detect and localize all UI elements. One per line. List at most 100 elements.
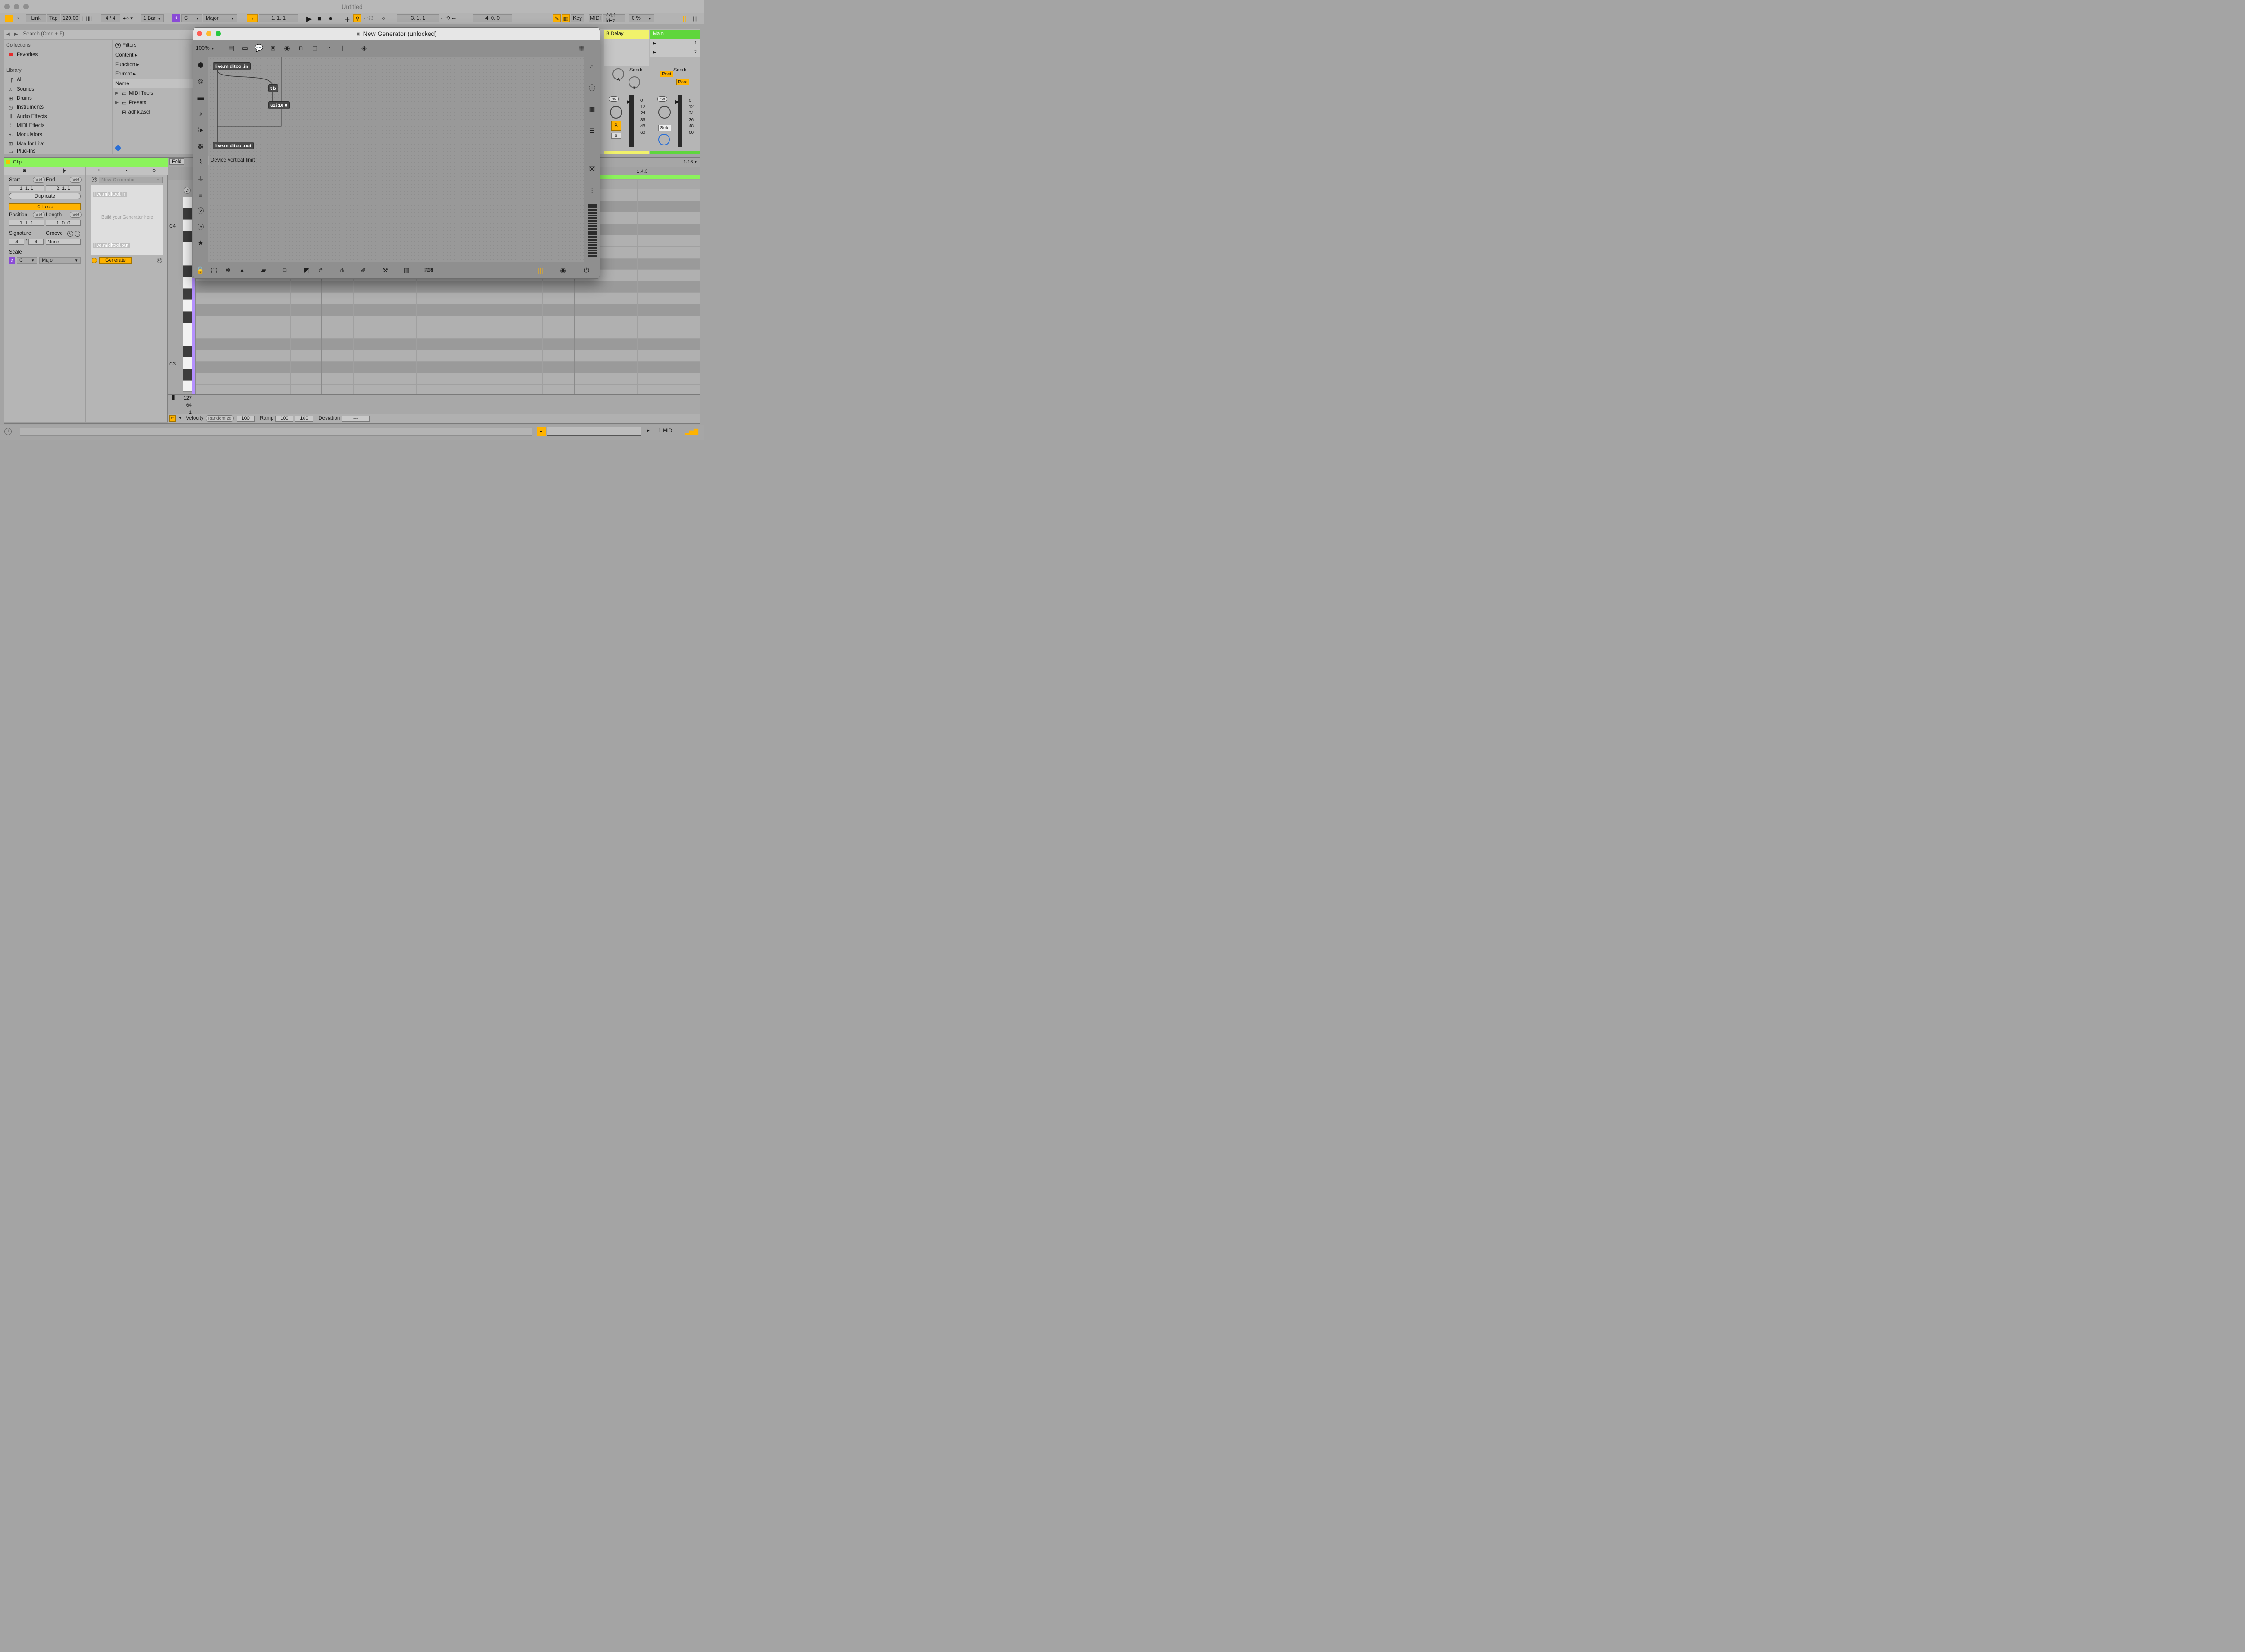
chevron-down-icon[interactable]: ▼ [16,16,20,21]
tab-modulate-icon[interactable]: ⊙ [152,168,156,173]
reference-book-icon[interactable]: ▥ [587,104,597,114]
piano-keyboard[interactable] [183,197,192,394]
image-icon[interactable]: ▩ [196,141,206,151]
velocity-lane[interactable]: ▐▌ 127 64 1 [168,394,700,415]
scale-mode-icon[interactable]: ♯ [172,14,180,22]
draw-mode-icon[interactable]: ✎ [553,14,561,22]
groove-field[interactable]: None [46,239,81,245]
piano-key[interactable] [183,277,192,289]
tab-generate-icon[interactable]: ◐ [126,168,128,173]
browser-search-input[interactable]: Search (Cmd + F) [23,31,64,37]
quantize-dropdown[interactable]: 1 Bar ▼ [141,14,164,22]
piano-key[interactable] [183,369,192,381]
search-icon[interactable]: ⌕ [587,61,597,71]
video-icon[interactable]: ▬ [196,92,206,102]
presentation-mode-icon[interactable]: ▰ [259,265,269,275]
clip-scale-mode-dropdown[interactable]: Major ▼ [39,257,81,264]
sidebar-item-favorites[interactable]: Favorites [4,50,112,59]
window-stack-icon[interactable]: ⧉ [280,265,290,275]
length-set-button[interactable]: Set [70,212,82,218]
miditool-out-object[interactable]: live.miditool.out [213,142,254,149]
piano-key[interactable] [183,357,192,369]
position-field[interactable]: 1. 1. 1 [9,220,44,226]
punch-in-icon[interactable]: ⌐ ⟲ ⌙ [441,15,456,21]
paint-bucket-icon[interactable]: ◈ [359,43,369,53]
forward-icon[interactable]: ▶ [14,32,18,37]
piano-key[interactable] [183,323,192,335]
grid-view-icon[interactable]: ▦ [577,43,586,53]
piano-key[interactable] [183,197,192,208]
piano-key[interactable] [183,242,192,254]
b-delay-track-header[interactable]: B Delay [604,30,649,39]
wrench-icon[interactable]: ⚒ [380,265,390,275]
piano-key[interactable] [183,300,192,312]
clip-color-icon[interactable] [6,160,10,164]
button-icon[interactable]: ◉ [282,43,292,53]
pan-knob[interactable] [658,106,671,119]
sidebar-item-midi-effects[interactable]: ⫶ MIDI Effects [4,121,112,130]
comment-icon[interactable]: 💬 [254,43,264,53]
start-field[interactable]: 1. 1. 1 [9,185,44,191]
post-toggle-1[interactable]: Post [660,71,674,77]
overview-icon[interactable]: ||| [693,15,697,22]
tab-clip-main-icon[interactable]: ◙ [4,168,44,173]
grid-icon[interactable]: # [316,265,326,275]
mixer-toggle-icon[interactable]: ||| [681,15,687,22]
info-icon[interactable]: ⓘ [587,83,597,92]
groove-commit-icon[interactable]: → [75,231,80,237]
packages-icon[interactable]: ⬢ [196,60,206,70]
live-device-icon[interactable]: ||| [536,265,546,275]
audio-icon[interactable]: ◎ [196,76,206,86]
signature-denominator[interactable]: 4 [28,239,44,245]
sidebar-item-sounds[interactable]: ♫ Sounds [4,85,112,94]
debug-icon[interactable]: ✐ [359,265,369,275]
sidebar-item-all[interactable]: |||\ All [4,75,112,84]
ramp-start-field[interactable]: 100 [275,415,294,422]
hide-icon[interactable]: ◩ [302,265,312,275]
generate-device-icon[interactable] [92,258,97,263]
scene-launch-icon[interactable]: ▶ [653,41,656,46]
loop-length-field[interactable]: 4. 0. 0 [473,14,512,22]
generator-device-dropdown[interactable]: New Generator ▼ [99,177,163,183]
filters-toggle[interactable]: ▼ Filters [113,40,194,50]
piano-key[interactable] [183,334,192,346]
add-object-icon[interactable]: ＋ [338,43,348,53]
tap-tempo-button[interactable]: Tap [47,14,60,22]
dial-icon[interactable]: ◔ [324,43,334,53]
b-delay-clip-slots[interactable] [604,39,649,66]
preview-notes-icon[interactable]: ♫ [184,187,191,194]
grid-size-dropdown[interactable]: 1/16 ▾ [683,159,697,165]
arrangement-position-field[interactable]: 1. 1. 1 [259,14,298,22]
name-column-header[interactable]: Name [113,79,194,88]
piano-key[interactable] [183,220,192,231]
scale-root-dropdown[interactable]: C ▼ [181,14,202,22]
sidebar-item-audio-effects[interactable]: ⫼ Audio Effects [4,112,112,121]
lock-icon[interactable]: 🔓 [195,265,205,275]
volume-readout[interactable]: -∞ [609,96,619,102]
ramp-end-field[interactable]: 100 [295,415,313,422]
keyboard-icon[interactable]: ▥ [562,14,570,22]
key-map-button[interactable]: Key [571,14,584,22]
device-on-icon[interactable]: ⟲ [92,177,97,182]
mixer-sliders-icon[interactable]: ⫶ [587,186,597,196]
star-icon[interactable]: ★ [196,238,206,248]
preview-icon[interactable] [115,145,121,151]
paperclip-icon[interactable]: ⌇ [196,157,206,167]
end-set-button[interactable]: Set [70,177,82,183]
cue-volume-knob[interactable] [658,134,670,145]
duplicate-button[interactable]: Duplicate [9,193,81,199]
main-clip-slot-2[interactable]: ▶ 2 [650,48,700,57]
tempo-field[interactable]: 120.00 [61,14,80,22]
main-clip-slot-1[interactable]: ▶ 1 [650,39,700,48]
back-icon[interactable]: ◀ [6,32,10,37]
clip-scale-root-dropdown[interactable]: C ▼ [17,257,37,264]
capture-icon[interactable]: ○ [382,14,385,22]
record-icon[interactable]: ● [328,14,333,23]
audio-on-icon[interactable]: ◉ [558,265,568,275]
loop-toggle[interactable]: ⟲ Loop [9,203,81,210]
add-icon[interactable]: ＋ [344,15,350,23]
beap-icon[interactable]: ⓑ [196,222,206,232]
scale-mode-icon[interactable]: ♯ [9,257,15,264]
warning-icon[interactable]: ▲ [537,427,546,436]
freeze-icon[interactable]: ❄ [223,265,233,275]
